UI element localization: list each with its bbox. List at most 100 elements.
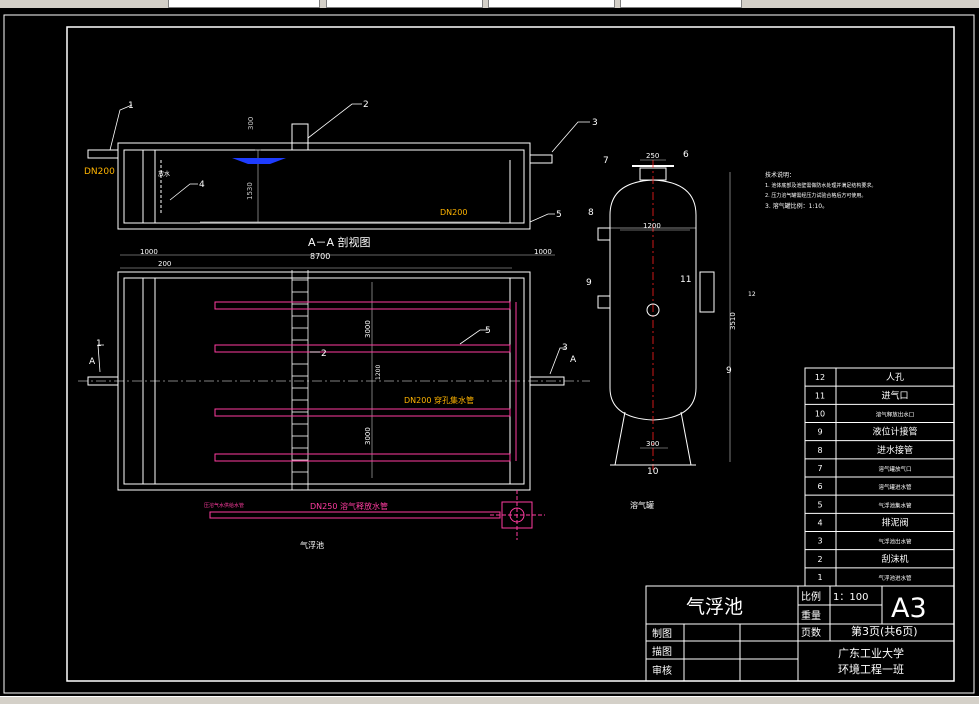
outlet-pipe: [529, 154, 553, 164]
callout-2-section: 2: [363, 100, 369, 110]
callout-9-left: 9: [586, 278, 592, 288]
parts-rows: 12 人孔11 进气口10 溶气释放出水口9 液位计接管8 进水接管7 溶气罐放气口6 溶气罐…: [805, 372, 954, 582]
plan-title: 气浮池: [300, 540, 324, 550]
callout-8: 8: [588, 208, 594, 218]
toolbar-field-1[interactable]: [168, 0, 320, 8]
tank-title: 溶气罐: [630, 500, 654, 510]
plan-pipe-label: DN200 穿孔集水管: [404, 395, 474, 405]
tank-dim-250: 250: [646, 152, 659, 160]
section-tank-outline: [117, 142, 531, 230]
parts-row-number: 10: [815, 409, 825, 418]
callout-3-plan: 3: [562, 343, 568, 353]
parts-row-name: 气浮池出水管: [878, 538, 912, 546]
plan-view: [78, 254, 590, 491]
drawn-label: 制图: [652, 627, 672, 640]
parts-row-number: 11: [815, 391, 825, 400]
parts-row-name: 溶气罐进水管: [878, 483, 912, 491]
inlet-pipe: [87, 149, 119, 159]
parts-row-number: 4: [817, 518, 822, 527]
sheet-border: [3, 14, 975, 694]
scraper-ladder: [291, 270, 309, 490]
section-inlet-label: DN200: [84, 167, 115, 177]
callout-6: 6: [683, 150, 689, 160]
tank-dim-1200: 1200: [643, 222, 661, 230]
callout-1-section: 1: [128, 101, 134, 111]
callout-4-section: 4: [199, 180, 205, 190]
collection-pipe: [214, 301, 511, 310]
parts-row-number: 6: [817, 482, 822, 491]
parts-row-name: 进气口: [881, 389, 908, 401]
section-mark-left: A: [89, 357, 96, 367]
note-line: 2. 压力溶气罐需经压力试验合格后方可使用。: [765, 192, 866, 199]
scale-value: 1：100: [833, 592, 868, 603]
callout-7: 7: [603, 156, 609, 166]
water-level-icon: [232, 158, 286, 164]
notes-title: 技术说明：: [765, 171, 795, 179]
school-name: 广东工业大学: [838, 646, 904, 660]
section-floor-pipe-label: DN200: [440, 208, 467, 217]
callout-3-section: 3: [592, 118, 598, 128]
parts-row-number: 7: [817, 464, 822, 473]
plan-outline: [117, 271, 531, 491]
drawing-svg: DN200 DN200 300 1530 放水 A－A 剖视图 1 2 3 4 …: [3, 14, 975, 694]
parts-row-name: 溶气罐放气口: [878, 465, 911, 473]
collection-pipes: [209, 301, 517, 519]
parts-row-number: 1: [817, 573, 822, 582]
toolbar-field-2[interactable]: [326, 0, 483, 8]
sheet-value: 第3页(共6页): [851, 624, 918, 638]
release-pipe: [209, 511, 501, 519]
parts-row-number: 8: [817, 446, 822, 455]
dim-1000-right: 1000: [534, 248, 552, 256]
parts-row-name: 刮沫机: [881, 553, 908, 565]
callout-12: 12: [748, 291, 756, 298]
callout-11: 11: [680, 275, 691, 285]
dim-300: 300: [247, 117, 255, 130]
release-pipe-label: DN250 溶气释放水管: [310, 501, 388, 511]
tank-level-gauge: [699, 271, 715, 313]
dim-200: 200: [158, 260, 171, 268]
dim-1200: 1200: [375, 365, 382, 380]
parts-row-name: 溶气释放出水口: [876, 410, 915, 418]
tank-dim-3510: 3510: [729, 312, 737, 330]
parts-row-number: 3: [817, 537, 822, 546]
note-line: 1. 池体底部及池壁需做防水处理并满足结构要求。: [765, 182, 876, 189]
toolbar-field-3[interactable]: [488, 0, 615, 8]
parts-row-number: 9: [817, 428, 822, 437]
toolbar-field-4[interactable]: [620, 0, 742, 8]
scraper-box: [291, 123, 309, 151]
cad-drawing-canvas[interactable]: DN200 DN200 300 1530 放水 A－A 剖视图 1 2 3 4 …: [0, 8, 979, 696]
parts-row-number: 5: [817, 500, 822, 509]
dim-3000-top: 3000: [364, 320, 372, 338]
dim-8700: 8700: [310, 252, 330, 261]
parts-row-name: 排泥阀: [881, 516, 908, 528]
parts-row-number: 2: [817, 555, 822, 564]
callout-1-plan: 1: [96, 339, 102, 349]
dim-1530: 1530: [246, 182, 254, 200]
collection-pipe: [214, 408, 511, 417]
weight-label: 重量: [801, 609, 821, 622]
dim-3000-bottom: 3000: [364, 427, 372, 445]
parts-row-name: 气浮池进水管: [878, 574, 912, 582]
supply-pipe-label: 压溶气水供给水管: [204, 502, 244, 509]
callout-2-plan: 2: [321, 349, 327, 359]
parts-row-name: 气浮池集水管: [878, 501, 912, 509]
parts-row-name: 进水接管: [877, 444, 913, 456]
sheet-size: A3: [891, 593, 927, 624]
collection-pipe: [214, 344, 511, 353]
checked-label: 审核: [652, 664, 672, 677]
sheet-label: 页数: [801, 626, 821, 639]
tank-view: [597, 159, 731, 470]
title-block-title: 气浮池: [686, 596, 743, 618]
class-name: 环境工程一班: [838, 662, 904, 676]
callout-9-right: 9: [726, 366, 732, 376]
callout-5-section: 5: [556, 210, 562, 220]
parts-row-name: 液位计接管: [872, 426, 917, 438]
traced-label: 描图: [652, 645, 672, 658]
section-title: A－A 剖视图: [308, 235, 371, 249]
callout-10: 10: [647, 467, 659, 477]
parts-row-number: 12: [815, 373, 825, 382]
collection-pipe: [214, 453, 511, 462]
tank-dim-300: 300: [646, 440, 659, 448]
callout-5-plan: 5: [485, 326, 491, 336]
section-mark-right: A: [570, 355, 577, 365]
